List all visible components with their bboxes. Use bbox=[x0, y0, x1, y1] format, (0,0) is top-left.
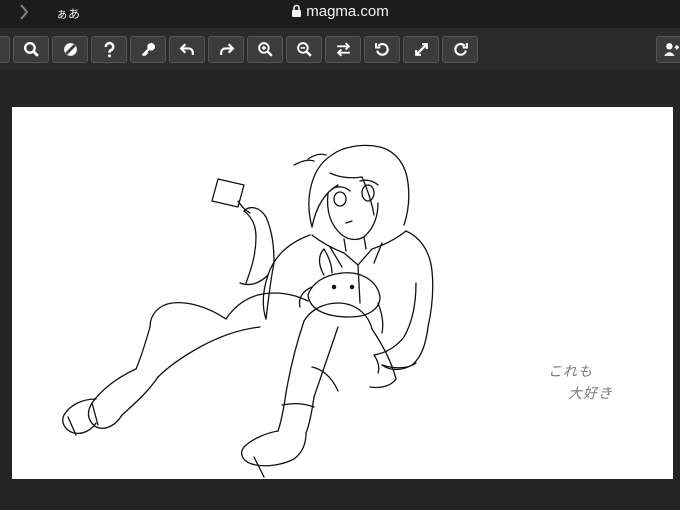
zoom-out-icon bbox=[296, 42, 312, 57]
browser-top-bar: ぁあ magma.com bbox=[0, 0, 680, 28]
help-button[interactable] bbox=[91, 36, 127, 63]
key-icon bbox=[141, 43, 155, 57]
zoom-in-icon bbox=[257, 42, 273, 57]
url-text: magma.com bbox=[306, 3, 389, 20]
lock-icon bbox=[292, 4, 302, 17]
magnifier-icon bbox=[23, 41, 39, 57]
address-bar[interactable]: magma.com bbox=[0, 3, 680, 20]
zoom-in-button[interactable] bbox=[247, 36, 283, 63]
canvas-area[interactable]: これも 大好き bbox=[0, 70, 680, 510]
zoom-out-button[interactable] bbox=[286, 36, 322, 63]
contrast-icon bbox=[63, 43, 77, 56]
redo-button[interactable] bbox=[208, 36, 244, 63]
swap-icon bbox=[336, 42, 350, 57]
color-button[interactable] bbox=[52, 36, 88, 63]
key-button[interactable] bbox=[130, 36, 166, 63]
menu-button[interactable] bbox=[0, 36, 10, 63]
search-button[interactable] bbox=[13, 36, 49, 63]
question-icon bbox=[104, 41, 114, 58]
undo-button[interactable] bbox=[169, 36, 205, 63]
add-user-icon bbox=[663, 43, 679, 56]
drawing-toolbar bbox=[0, 28, 680, 70]
drawing-canvas[interactable]: これも 大好き bbox=[12, 107, 673, 479]
signature-line-2: 大好き bbox=[568, 386, 613, 402]
add-user-button[interactable] bbox=[656, 36, 680, 63]
signature-line-1: これも bbox=[548, 364, 593, 380]
flip-button[interactable] bbox=[325, 36, 361, 63]
undo-icon bbox=[179, 43, 194, 55]
fullscreen-button[interactable] bbox=[403, 36, 439, 63]
rotate-left-button[interactable] bbox=[364, 36, 400, 63]
rotate-right-icon bbox=[453, 43, 468, 56]
expand-icon bbox=[414, 43, 428, 56]
rotate-right-button[interactable] bbox=[442, 36, 478, 63]
redo-icon bbox=[219, 43, 234, 55]
character-sketch-drawing bbox=[62, 144, 434, 478]
rotate-left-icon bbox=[374, 43, 389, 56]
